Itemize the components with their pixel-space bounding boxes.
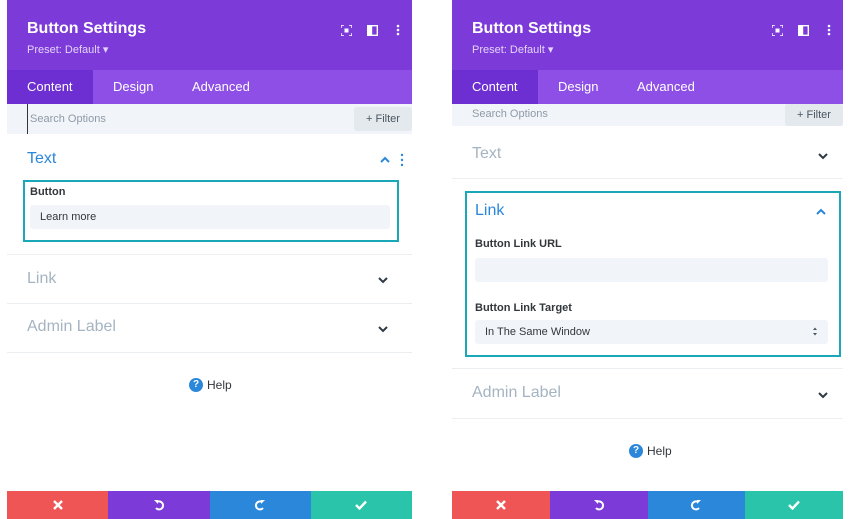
undo-icon — [593, 500, 604, 511]
field-label-button: Button — [30, 186, 66, 198]
tab-content[interactable]: Content — [452, 70, 538, 104]
field-label-link-url: Button Link URL — [475, 238, 562, 250]
filter-button[interactable]: + Filter — [785, 104, 843, 126]
tab-bar: Content Design Advanced — [7, 70, 412, 104]
save-button[interactable] — [745, 491, 843, 519]
chevron-down-icon[interactable] — [377, 323, 389, 335]
link-target-select[interactable]: In The Same Window — [475, 320, 828, 344]
section-title-text[interactable]: Text — [472, 145, 501, 163]
section-title-text[interactable]: Text — [27, 150, 56, 168]
tab-design[interactable]: Design — [538, 70, 618, 104]
chevron-down-icon[interactable] — [377, 274, 389, 286]
section-title-admin-label[interactable]: Admin Label — [27, 318, 116, 336]
discard-button[interactable] — [452, 491, 550, 519]
action-footer — [7, 491, 412, 519]
divider — [7, 254, 412, 255]
action-footer — [452, 491, 843, 519]
search-bar: Search Options + Filter — [452, 104, 843, 126]
panel-header: Button Settings Preset: Default ▾ — [452, 0, 843, 70]
settings-panel-right: Button Settings Preset: Default ▾ Conten… — [452, 0, 843, 519]
filter-button[interactable]: + Filter — [354, 107, 412, 131]
select-arrows-icon — [813, 327, 817, 336]
chevron-up-icon[interactable] — [815, 206, 827, 218]
close-icon — [52, 500, 63, 510]
help-link[interactable]: ? Help — [189, 378, 232, 392]
help-icon: ? — [189, 378, 203, 392]
divider — [7, 303, 412, 304]
panel-header: Button Settings Preset: Default ▾ — [7, 0, 412, 70]
redo-icon — [691, 500, 702, 511]
tab-design[interactable]: Design — [93, 70, 173, 104]
tab-advanced[interactable]: Advanced — [617, 70, 715, 104]
divider — [452, 418, 843, 419]
section-title-admin-label[interactable]: Admin Label — [472, 384, 561, 402]
link-target-value: In The Same Window — [485, 326, 590, 338]
save-button[interactable] — [310, 491, 412, 519]
search-input[interactable]: Search Options — [27, 104, 287, 134]
undo-icon — [153, 500, 164, 511]
chevron-down-icon[interactable] — [817, 389, 829, 401]
undo-button[interactable] — [549, 491, 648, 519]
search-input[interactable]: Search Options — [472, 104, 732, 126]
settings-panel-left: Button Settings Preset: Default ▾ Conten… — [7, 0, 412, 519]
help-icon: ? — [629, 444, 643, 458]
discard-button[interactable] — [7, 491, 109, 519]
tab-content[interactable]: Content — [7, 70, 93, 104]
split-view-icon[interactable] — [366, 23, 378, 37]
help-label: Help — [647, 444, 672, 458]
close-icon — [496, 500, 506, 510]
button-text-input[interactable]: Learn more — [30, 205, 390, 229]
check-icon — [788, 500, 801, 510]
section-title-link[interactable]: Link — [27, 270, 56, 288]
help-link[interactable]: ? Help — [629, 444, 672, 458]
field-label-link-target: Button Link Target — [475, 302, 572, 314]
tab-bar: Content Design Advanced — [452, 70, 843, 104]
tab-advanced[interactable]: Advanced — [172, 70, 270, 104]
chevron-down-icon[interactable] — [817, 150, 829, 162]
panel-title: Button Settings — [472, 20, 592, 37]
help-label: Help — [207, 378, 232, 392]
chevron-up-icon[interactable] — [379, 154, 391, 166]
kebab-menu-icon[interactable] — [392, 23, 404, 37]
panel-title: Button Settings — [27, 20, 147, 37]
kebab-menu-icon[interactable] — [400, 153, 404, 167]
check-icon — [355, 500, 368, 510]
divider — [7, 352, 412, 353]
undo-button[interactable] — [108, 491, 210, 519]
split-view-icon[interactable] — [797, 23, 809, 37]
divider — [452, 178, 843, 179]
section-title-link[interactable]: Link — [475, 202, 504, 220]
preset-selector[interactable]: Preset: Default ▾ — [27, 43, 108, 56]
preset-selector[interactable]: Preset: Default ▾ — [472, 43, 553, 56]
focus-icon[interactable] — [340, 23, 352, 37]
search-bar: Search Options + Filter — [7, 104, 412, 134]
link-url-input[interactable] — [475, 258, 828, 282]
redo-button[interactable] — [647, 491, 746, 519]
divider — [452, 368, 843, 369]
kebab-menu-icon[interactable] — [823, 23, 835, 37]
redo-button[interactable] — [209, 491, 311, 519]
focus-icon[interactable] — [771, 23, 783, 37]
redo-icon — [255, 500, 266, 511]
